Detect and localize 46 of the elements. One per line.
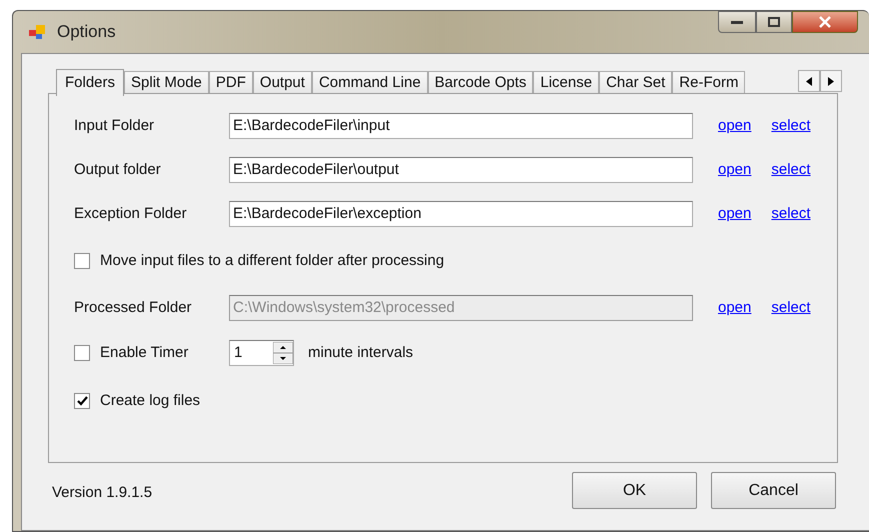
number-spinner[interactable]: 1 [229, 340, 294, 366]
right-arrow-icon [828, 76, 834, 86]
scroll-left-button[interactable] [798, 70, 820, 92]
tab[interactable]: Re-Form [672, 71, 746, 95]
suffix-label: minute intervals [308, 342, 414, 363]
left-arrow-icon [806, 76, 812, 86]
app-icon [29, 24, 47, 40]
link[interactable]: select [771, 114, 811, 138]
dialog-button[interactable]: OK [572, 472, 697, 509]
maximize-icon [768, 17, 780, 27]
tab[interactable]: Output [252, 71, 312, 95]
link[interactable]: open [718, 114, 752, 138]
input-field[interactable]: E:\BardecodeFiler\output [229, 157, 693, 183]
spinner-arrows-icon [273, 342, 293, 364]
minimize-button[interactable] [718, 11, 756, 33]
checkbox-label: Enable Timer [100, 342, 190, 363]
input-field[interactable]: E:\BardecodeFiler\input [229, 113, 693, 139]
tab[interactable]: Folders [56, 69, 124, 96]
version-label: Version 1.9.1.5 [52, 484, 152, 501]
link[interactable]: select [771, 202, 811, 226]
window-title: Options [57, 21, 116, 44]
close-icon [818, 16, 832, 28]
checkbox[interactable] [74, 345, 90, 361]
link[interactable]: open [718, 158, 752, 182]
link[interactable]: select [771, 158, 811, 182]
tab[interactable]: Command Line [312, 71, 428, 95]
field-label: Processed Folder [74, 298, 193, 318]
dialog-button[interactable]: Cancel [711, 472, 836, 509]
field-label: Exception Folder [74, 204, 188, 224]
checkbox-label: Create log files [100, 390, 200, 411]
checkbox[interactable] [74, 253, 90, 269]
link[interactable]: open [718, 202, 752, 226]
scroll-right-button[interactable] [820, 70, 842, 92]
checkbox-label: Move input files to a different folder after processing [100, 250, 444, 271]
tab[interactable]: Barcode Opts [428, 71, 534, 95]
tab[interactable]: Char Set [599, 71, 672, 95]
maximize-button[interactable] [756, 11, 792, 33]
tab[interactable]: PDF [208, 71, 253, 95]
checkbox[interactable] [74, 393, 90, 409]
input-field[interactable]: E:\BardecodeFiler\exception [229, 201, 693, 227]
minimize-icon [731, 20, 743, 24]
tab[interactable]: Split Mode [124, 71, 209, 95]
close-button[interactable] [792, 11, 858, 33]
tab[interactable]: License [533, 71, 600, 95]
field-label: Output folder [74, 160, 162, 180]
field-label: Input Folder [74, 116, 156, 136]
